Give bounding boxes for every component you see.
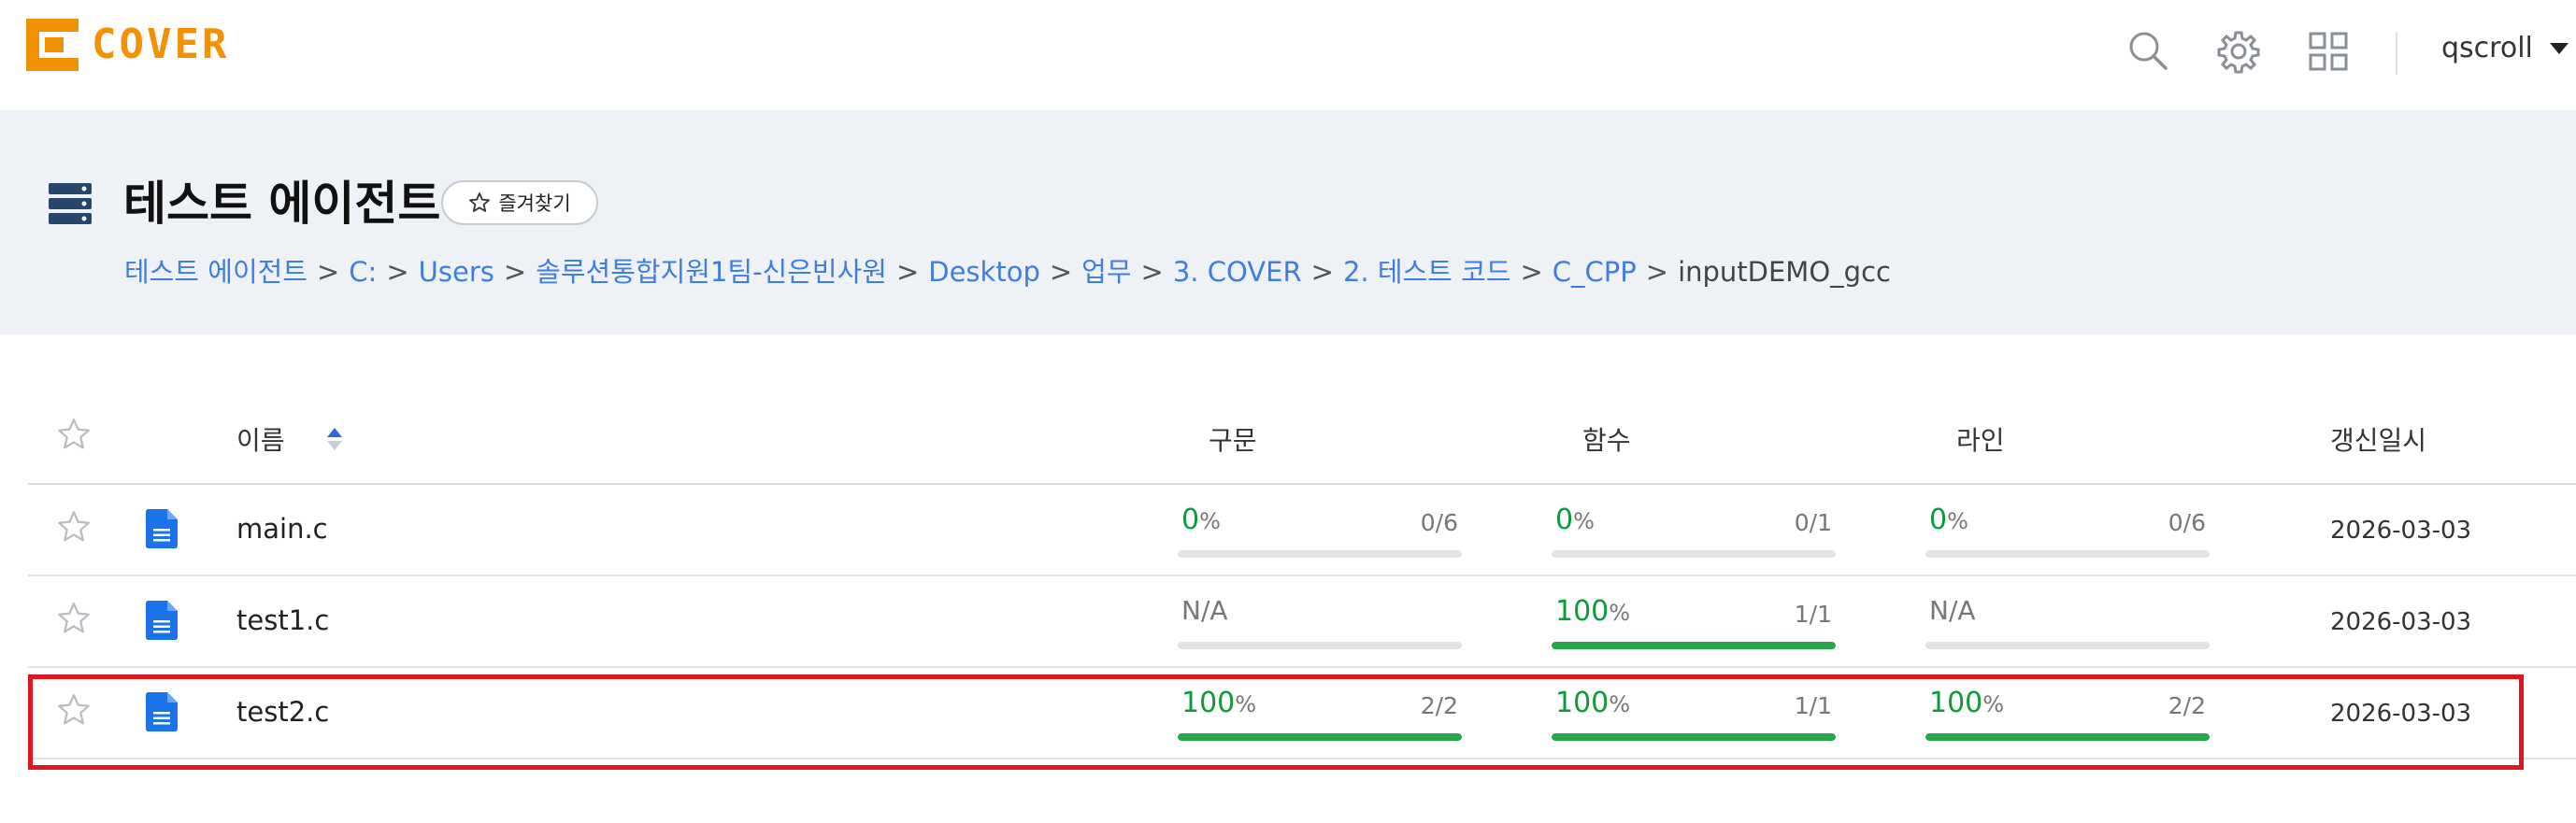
coverage-progress-bar	[1925, 733, 2210, 741]
star-icon	[469, 192, 491, 212]
cover-logo-icon	[26, 19, 79, 71]
coverage-na: N/A	[1181, 595, 1228, 626]
header-divider	[2396, 32, 2397, 75]
updated-date: 2026-03-03	[2330, 700, 2472, 728]
user-menu[interactable]: qscroll	[2441, 32, 2569, 64]
line-coverage: N/A	[1925, 595, 2210, 651]
coverage-progress-bar	[1925, 642, 2210, 649]
coverage-count: 1/1	[1794, 601, 1832, 628]
coverage-percent: 100%	[1555, 595, 1631, 628]
breadcrumb-link[interactable]: 3. COVER	[1173, 256, 1302, 288]
star-icon[interactable]	[56, 601, 92, 636]
file-name-link[interactable]: test1.c	[236, 604, 329, 636]
star-icon[interactable]	[56, 417, 92, 452]
breadcrumb-link[interactable]: 2. 테스트 코드	[1343, 256, 1511, 288]
coverage-progress-bar	[1178, 550, 1462, 558]
coverage-count: 2/2	[2168, 692, 2206, 719]
breadcrumb-link[interactable]: C:	[349, 256, 377, 288]
title-band: 테스트 에이전트 즐겨찾기 테스트 에이전트 > C: > Users > 솔루션통합지원1…	[0, 110, 2576, 334]
coverage-progress-bar	[1552, 733, 1836, 741]
line-coverage: 0% 0/6	[1925, 504, 2210, 560]
updated-date: 2026-03-03	[2330, 517, 2472, 545]
table-row[interactable]: test1.c N/A 100% 1/1 N/A 2026-03-03	[28, 576, 2576, 668]
file-table: 이름 구문 함수 라인 갱신일시 main.c 0% 0/6 0% 0/1 0% 0/6 20…	[28, 392, 2576, 759]
gear-icon[interactable]	[2215, 28, 2262, 75]
column-header-updated[interactable]: 갱신일시	[2330, 420, 2426, 458]
coverage-count: 1/1	[1794, 692, 1832, 719]
database-icon	[49, 183, 92, 224]
table-header: 이름 구문 함수 라인 갱신일시	[28, 392, 2576, 485]
breadcrumb-link[interactable]: 솔루션통합지원1팀-신은빈사원	[536, 256, 887, 288]
file-name-link[interactable]: main.c	[236, 513, 328, 545]
coverage-percent: 0%	[1181, 504, 1221, 536]
coverage-progress-bar	[1178, 642, 1462, 649]
table-row[interactable]: main.c 0% 0/6 0% 0/1 0% 0/6 2026-03-03	[28, 485, 2576, 576]
coverage-progress-bar	[1552, 550, 1836, 558]
cover-logo[interactable]: COVER	[26, 19, 229, 71]
breadcrumb-link[interactable]: C_CPP	[1553, 256, 1637, 288]
function-coverage: 100% 1/1	[1552, 687, 1836, 743]
breadcrumb: 테스트 에이전트 > C: > Users > 솔루션통합지원1팀-신은빈사원 > Deskto…	[124, 256, 1891, 288]
column-header-function[interactable]: 함수	[1582, 420, 1631, 458]
coverage-percent: 0%	[1929, 504, 1968, 536]
file-icon	[146, 692, 178, 731]
coverage-na: N/A	[1929, 595, 1976, 626]
favorite-button[interactable]: 즐겨찾기	[441, 180, 598, 225]
coverage-progress-fill	[1178, 733, 1462, 741]
function-coverage: 100% 1/1	[1552, 595, 1836, 651]
star-icon[interactable]	[56, 509, 92, 545]
table-row[interactable]: test2.c 100% 2/2 100% 1/1 100% 2/2 2026-03-03	[28, 668, 2576, 759]
chevron-down-icon	[2549, 42, 2569, 54]
coverage-percent: 100%	[1929, 687, 2005, 719]
breadcrumb-link[interactable]: 업무	[1081, 256, 1131, 288]
coverage-percent: 0%	[1555, 504, 1595, 536]
line-coverage: 100% 2/2	[1925, 687, 2210, 743]
logo-text: COVER	[92, 21, 230, 68]
favorite-label: 즐겨찾기	[498, 192, 571, 215]
column-header-line[interactable]: 라인	[1956, 420, 2005, 458]
top-header: COVER qscroll	[0, 0, 2576, 110]
coverage-progress-fill	[1552, 733, 1836, 741]
breadcrumb-link[interactable]: Desktop	[928, 256, 1040, 288]
coverage-count: 0/1	[1794, 509, 1832, 536]
statement-coverage: 0% 0/6	[1178, 504, 1462, 560]
coverage-count: 2/2	[1420, 692, 1458, 719]
coverage-progress-fill	[1552, 642, 1836, 649]
column-header-name[interactable]: 이름	[236, 420, 285, 458]
updated-date: 2026-03-03	[2330, 608, 2472, 636]
coverage-progress-bar	[1925, 550, 2210, 558]
coverage-percent: 100%	[1555, 687, 1631, 719]
file-name-link[interactable]: test2.c	[236, 696, 329, 728]
breadcrumb-link[interactable]: 테스트 에이전트	[124, 256, 308, 288]
breadcrumb-current: inputDEMO_gcc	[1678, 256, 1891, 288]
function-coverage: 0% 0/1	[1552, 504, 1836, 560]
breadcrumb-link[interactable]: Users	[419, 256, 494, 288]
sort-ascending-icon[interactable]	[325, 426, 344, 452]
coverage-progress-bar	[1552, 642, 1836, 649]
apps-grid-icon[interactable]	[2305, 28, 2352, 75]
statement-coverage: N/A	[1178, 595, 1462, 651]
statement-coverage: 100% 2/2	[1178, 687, 1462, 743]
star-icon[interactable]	[56, 692, 92, 728]
coverage-progress-fill	[1925, 733, 2210, 741]
user-name: qscroll	[2441, 32, 2533, 64]
file-icon	[146, 509, 178, 548]
coverage-percent: 100%	[1181, 687, 1257, 719]
coverage-count: 0/6	[1420, 509, 1458, 536]
coverage-progress-bar	[1178, 733, 1462, 741]
column-header-statement[interactable]: 구문	[1209, 420, 1257, 458]
file-icon	[146, 601, 178, 640]
page-title: 테스트 에이전트	[123, 177, 441, 231]
coverage-count: 0/6	[2168, 509, 2206, 536]
search-icon[interactable]	[2125, 28, 2172, 75]
